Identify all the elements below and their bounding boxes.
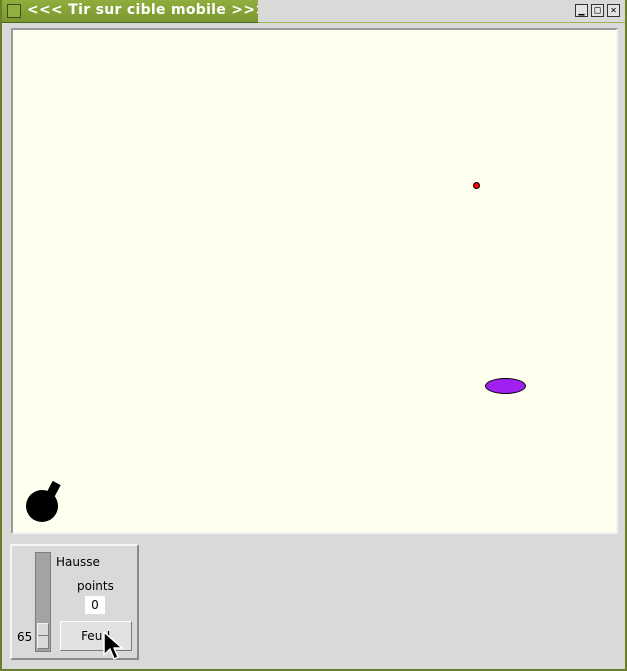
minimize-icon: ▁ xyxy=(578,5,585,16)
game-canvas[interactable] xyxy=(13,30,616,532)
bullet xyxy=(473,182,480,189)
game-canvas-frame xyxy=(11,28,618,534)
moving-target xyxy=(485,378,526,394)
title-tab: <<< Tir sur cible mobile >>> xyxy=(2,0,267,22)
elevation-label: Hausse xyxy=(56,555,100,569)
close-icon: ✕ xyxy=(610,5,617,16)
window-title: <<< Tir sur cible mobile >>> xyxy=(27,2,268,18)
titlebar-right: ▁ □ ✕ xyxy=(258,0,625,23)
elevation-scale-handle[interactable] xyxy=(37,623,49,649)
cannon-base xyxy=(26,490,58,522)
window-menu-icon[interactable] xyxy=(7,4,21,18)
arrow-cursor-icon xyxy=(103,631,123,660)
titlebar[interactable]: <<< Tir sur cible mobile >>> ▁ □ ✕ xyxy=(2,0,625,23)
app-window: <<< Tir sur cible mobile >>> ▁ □ ✕ 65 Ha… xyxy=(0,0,627,671)
points-value: 0 xyxy=(85,596,105,614)
elevation-value: 65 xyxy=(17,630,33,644)
close-button[interactable]: ✕ xyxy=(607,4,620,17)
elevation-scale[interactable] xyxy=(35,552,51,652)
minimize-button[interactable]: ▁ xyxy=(575,4,588,17)
maximize-button[interactable]: □ xyxy=(591,4,604,17)
points-label: points xyxy=(77,579,114,593)
maximize-icon: □ xyxy=(594,5,601,16)
